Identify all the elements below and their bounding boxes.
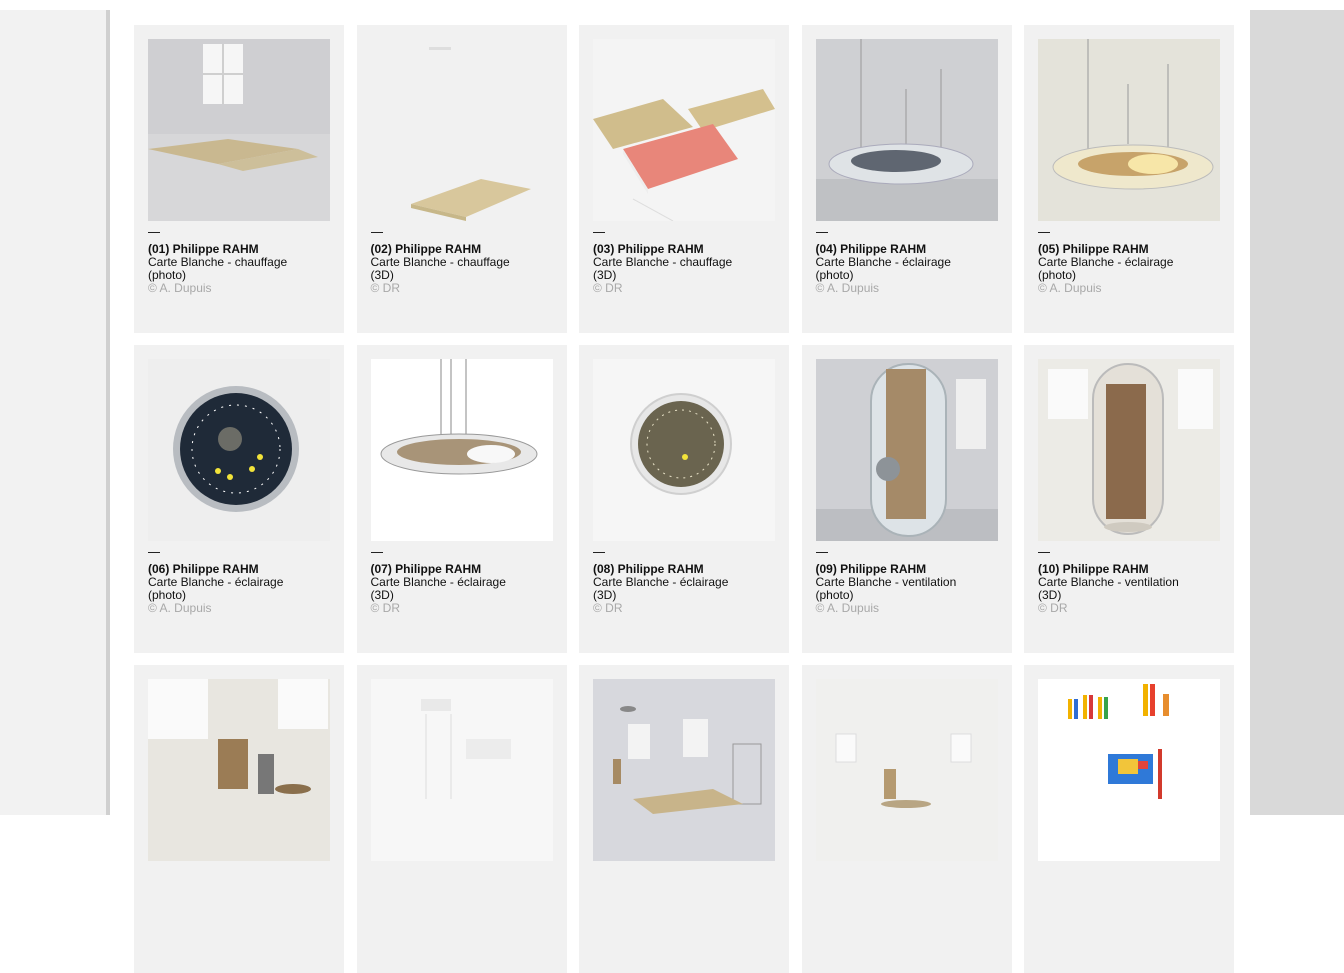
divider-dash [148, 552, 160, 553]
item-caption: (09) Philippe RAHM Carte Blanche - venti… [816, 563, 1006, 615]
room-mats-render-icon [370, 39, 553, 221]
glass-capsule-render-icon [1038, 359, 1220, 541]
item-caption: (08) Philippe RAHM Carte Blanche - éclai… [593, 563, 783, 615]
thumbnail-image[interactable] [815, 679, 998, 861]
round-dial-render-icon [593, 359, 775, 541]
gallery-item[interactable]: (05) Philippe RAHM Carte Blanche - éclai… [1024, 25, 1234, 333]
divider-dash [815, 232, 828, 233]
gallery-item[interactable] [356, 665, 567, 973]
room-mats-photo-icon [148, 39, 330, 221]
item-credit: © DR [370, 601, 401, 615]
item-description: Carte Blanche - chauffage [593, 255, 733, 269]
gallery-item[interactable]: (01) Philippe RAHM Carte Blanche - chauf… [134, 25, 344, 333]
hanging-oval-lamp-icon [370, 359, 553, 541]
divider-dash [593, 232, 605, 233]
white-furniture-icon [370, 679, 553, 861]
gallery-item[interactable] [1024, 665, 1234, 973]
gallery-item[interactable]: (08) Philippe RAHM Carte Blanche - éclai… [579, 345, 789, 653]
suspended-disc-lamp-icon [815, 39, 998, 221]
item-caption: (02) Philippe RAHM Carte Blanche - chauf… [371, 243, 561, 295]
thumbnail-image[interactable] [1038, 359, 1220, 541]
divider-dash [148, 232, 160, 233]
thumbnail-image[interactable] [593, 359, 775, 541]
thumbnail-image[interactable] [593, 679, 775, 861]
image-gallery-grid: (01) Philippe RAHM Carte Blanche - chauf… [134, 25, 1234, 973]
diagram-chart-icon [1038, 679, 1220, 861]
item-caption: (03) Philippe RAHM Carte Blanche - chauf… [593, 243, 783, 295]
gallery-item[interactable]: (03) Philippe RAHM Carte Blanche - chauf… [579, 25, 789, 333]
divider-dash [1038, 552, 1050, 553]
thumbnail-image[interactable] [148, 359, 330, 541]
divider-dash [593, 552, 605, 553]
thumbnail-image[interactable] [148, 679, 330, 861]
thumbnail-image[interactable] [1038, 679, 1220, 861]
gallery-item[interactable]: (10) Philippe RAHM Carte Blanche - venti… [1024, 345, 1234, 653]
item-credit: © A. Dupuis [815, 601, 880, 615]
room-installation-icon [593, 679, 775, 861]
gallery-item[interactable]: (09) Philippe RAHM Carte Blanche - venti… [801, 345, 1012, 653]
heating-mats-red-icon [593, 39, 775, 221]
divider-dash [1038, 232, 1050, 233]
item-credit: © DR [593, 601, 623, 615]
room-objects-icon [148, 679, 330, 861]
item-description: Carte Blanche - chauffage [370, 255, 510, 269]
thumbnail-image[interactable] [815, 39, 998, 221]
thumbnail-image[interactable] [593, 39, 775, 221]
item-caption: (01) Philippe RAHM Carte Blanche - chauf… [148, 243, 338, 295]
glass-capsule-icon [815, 359, 998, 541]
thumbnail-image[interactable] [148, 39, 330, 221]
item-credit: © DR [370, 281, 401, 295]
item-description: Carte Blanche - éclairage [370, 575, 506, 589]
item-credit: © A. Dupuis [1038, 281, 1102, 295]
item-credit: © A. Dupuis [148, 281, 212, 295]
item-credit: © DR [1038, 601, 1068, 615]
suspended-disc-lamp-lit-icon [1038, 39, 1220, 221]
thumbnail-image[interactable] [815, 359, 998, 541]
bright-room-icon [815, 679, 998, 861]
item-description: Carte Blanche - éclairage [593, 575, 729, 589]
gallery-item[interactable]: (04) Philippe RAHM Carte Blanche - éclai… [801, 25, 1012, 333]
item-caption: (10) Philippe RAHM Carte Blanche - venti… [1038, 563, 1228, 615]
thumbnail-image[interactable] [370, 679, 553, 861]
gallery-item[interactable]: (06) Philippe RAHM Carte Blanche - éclai… [134, 345, 344, 653]
thumbnail-image[interactable] [1038, 39, 1220, 221]
item-caption: (06) Philippe RAHM Carte Blanche - éclai… [148, 563, 338, 615]
thumbnail-image[interactable] [370, 359, 553, 541]
item-description: Carte Blanche - ventilation [1038, 575, 1179, 589]
right-sidebar-panel [1250, 10, 1344, 815]
divider-dash [370, 552, 383, 553]
gallery-item[interactable] [801, 665, 1012, 973]
divider-dash [370, 232, 383, 233]
gallery-item[interactable] [579, 665, 789, 973]
gallery-item[interactable]: (02) Philippe RAHM Carte Blanche - chauf… [356, 25, 567, 333]
thumbnail-image[interactable] [370, 39, 553, 221]
item-credit: © DR [593, 281, 623, 295]
gallery-item[interactable] [134, 665, 344, 973]
item-credit: © A. Dupuis [815, 281, 880, 295]
item-credit: © A. Dupuis [148, 601, 212, 615]
round-dial-icon [148, 359, 330, 541]
gallery-item[interactable]: (07) Philippe RAHM Carte Blanche - éclai… [356, 345, 567, 653]
item-caption: (04) Philippe RAHM Carte Blanche - éclai… [816, 243, 1006, 295]
divider-dash [815, 552, 828, 553]
item-caption: (05) Philippe RAHM Carte Blanche - éclai… [1038, 243, 1228, 295]
left-sidebar-panel [0, 10, 110, 815]
item-caption: (07) Philippe RAHM Carte Blanche - éclai… [371, 563, 561, 615]
